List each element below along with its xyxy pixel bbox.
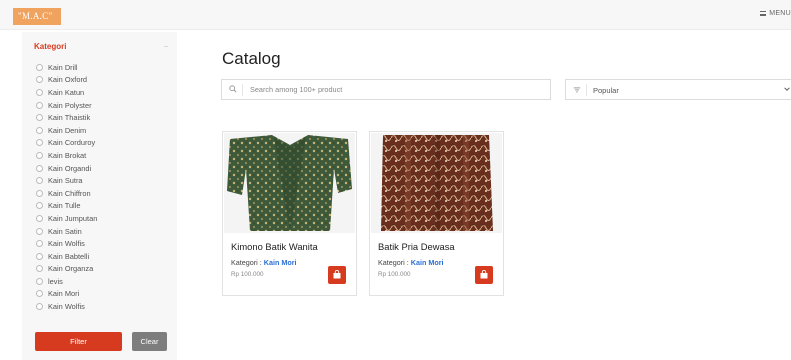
category-label: Kain Organza [48, 264, 94, 274]
sort-icon [573, 87, 581, 93]
filter-button[interactable]: Filter [35, 332, 122, 351]
category-label: Kain Corduroy [48, 138, 96, 148]
category-label: Kain Wolfis [48, 302, 85, 312]
category-label: Kain Sutra [48, 176, 83, 186]
category-option[interactable]: Kain Thaistik [36, 111, 97, 124]
collapse-icon[interactable]: – [164, 43, 168, 50]
radio-button[interactable] [36, 265, 43, 273]
shopping-bag-icon [333, 270, 341, 279]
product-card[interactable]: Batik Pria Dewasa Kategori : Kain Mori R… [369, 131, 504, 296]
category-label: Kain Brokat [48, 150, 87, 160]
shopping-bag-icon [480, 270, 488, 279]
category-option[interactable]: Kain Brokat [36, 149, 97, 162]
radio-button[interactable] [36, 240, 43, 248]
product-name[interactable]: Kimono Batik Wanita [231, 241, 318, 252]
category-label: Kain Chiffron [48, 188, 91, 198]
radio-button[interactable] [36, 227, 43, 235]
category-label: Kain Wolfis [48, 239, 85, 249]
page-title: Catalog [222, 49, 281, 68]
menu-label: MENU [769, 10, 791, 17]
radio-button[interactable] [36, 139, 43, 147]
category-label: Kain Mori [48, 289, 80, 299]
search-icon [229, 85, 237, 93]
product-category: Kategori : Kain Mori [231, 258, 297, 267]
category-sidebar: Kategori – Kain Drill Kain Oxford Kain K… [22, 32, 177, 360]
radio-button[interactable] [36, 189, 43, 197]
radio-button[interactable] [36, 88, 43, 96]
category-option[interactable]: Kain Polyster [36, 99, 97, 112]
hamburger-icon [760, 11, 767, 16]
category-option[interactable]: Kain Organza [36, 263, 97, 276]
category-prefix: Kategori : [378, 258, 411, 267]
category-option[interactable]: Kain Mori [36, 288, 97, 301]
category-label: Kain Thaistik [48, 113, 91, 123]
search-bar[interactable] [221, 79, 551, 100]
radio-button[interactable] [36, 164, 43, 172]
category-label: Kain Polyster [48, 100, 92, 110]
radio-button[interactable] [36, 177, 43, 185]
radio-button[interactable] [36, 151, 43, 159]
radio-button[interactable] [36, 202, 43, 210]
category-option[interactable]: Kain Corduroy [36, 137, 97, 150]
product-name[interactable]: Batik Pria Dewasa [378, 241, 455, 252]
category-link[interactable]: Kain Mori [411, 258, 444, 267]
category-option[interactable]: Kain Wolfis [36, 300, 97, 313]
radio-button[interactable] [36, 303, 43, 311]
sort-selected-value: Popular [593, 86, 619, 95]
product-card[interactable]: Kimono Batik Wanita Kategori : Kain Mori… [222, 131, 357, 296]
radio-button[interactable] [36, 214, 43, 222]
category-option[interactable]: levis [36, 275, 97, 288]
menu-button[interactable]: MENU [760, 10, 791, 17]
product-image[interactable] [371, 133, 502, 233]
radio-button[interactable] [36, 252, 43, 260]
category-label: Kain Drill [48, 62, 78, 72]
category-prefix: Kategori : [231, 258, 264, 267]
category-list: Kain Drill Kain Oxford Kain Katun Kain P… [36, 61, 97, 313]
sort-select[interactable]: Popular [565, 79, 791, 100]
radio-button[interactable] [36, 126, 43, 134]
sidebar-title: Kategori [34, 42, 67, 51]
top-navbar: "M.A.C" MENU [0, 0, 791, 30]
search-input[interactable] [250, 83, 540, 96]
category-label: Kain Denim [48, 125, 87, 135]
category-option[interactable]: Kain Satin [36, 225, 97, 238]
add-to-cart-button[interactable] [328, 266, 346, 284]
category-label: Kain Tulle [48, 201, 81, 211]
product-price: Rp 100.000 [231, 271, 264, 278]
category-option[interactable]: Kain Babtelli [36, 250, 97, 263]
category-label: Kain Organdi [48, 163, 92, 173]
category-option[interactable]: Kain Tulle [36, 200, 97, 213]
brand-logo[interactable]: "M.A.C" [13, 8, 61, 25]
chevron-down-icon [784, 87, 790, 91]
radio-button[interactable] [36, 290, 43, 298]
category-option[interactable]: Kain Drill [36, 61, 97, 74]
radio-button[interactable] [36, 277, 43, 285]
category-option[interactable]: Kain Oxford [36, 74, 97, 87]
divider [242, 84, 243, 96]
category-link[interactable]: Kain Mori [264, 258, 297, 267]
category-label: Kain Jumputan [48, 213, 98, 223]
category-option[interactable]: Kain Wolfis [36, 237, 97, 250]
category-option[interactable]: Kain Jumputan [36, 212, 97, 225]
product-category: Kategori : Kain Mori [378, 258, 444, 267]
category-option[interactable]: Kain Sutra [36, 174, 97, 187]
category-label: Kain Katun [48, 87, 85, 97]
category-option[interactable]: Kain Organdi [36, 162, 97, 175]
add-to-cart-button[interactable] [475, 266, 493, 284]
category-label: levis [48, 276, 63, 286]
category-option[interactable]: Kain Denim [36, 124, 97, 137]
radio-button[interactable] [36, 63, 43, 71]
product-price: Rp 100.000 [378, 271, 411, 278]
category-label: Kain Babtelli [48, 251, 90, 261]
radio-button[interactable] [36, 114, 43, 122]
divider [586, 84, 587, 96]
clear-button[interactable]: Clear [132, 332, 167, 351]
category-label: Kain Satin [48, 226, 82, 236]
radio-button[interactable] [36, 76, 43, 84]
product-image[interactable] [224, 133, 355, 233]
category-option[interactable]: Kain Chiffron [36, 187, 97, 200]
category-label: Kain Oxford [48, 75, 88, 85]
radio-button[interactable] [36, 101, 43, 109]
category-option[interactable]: Kain Katun [36, 86, 97, 99]
